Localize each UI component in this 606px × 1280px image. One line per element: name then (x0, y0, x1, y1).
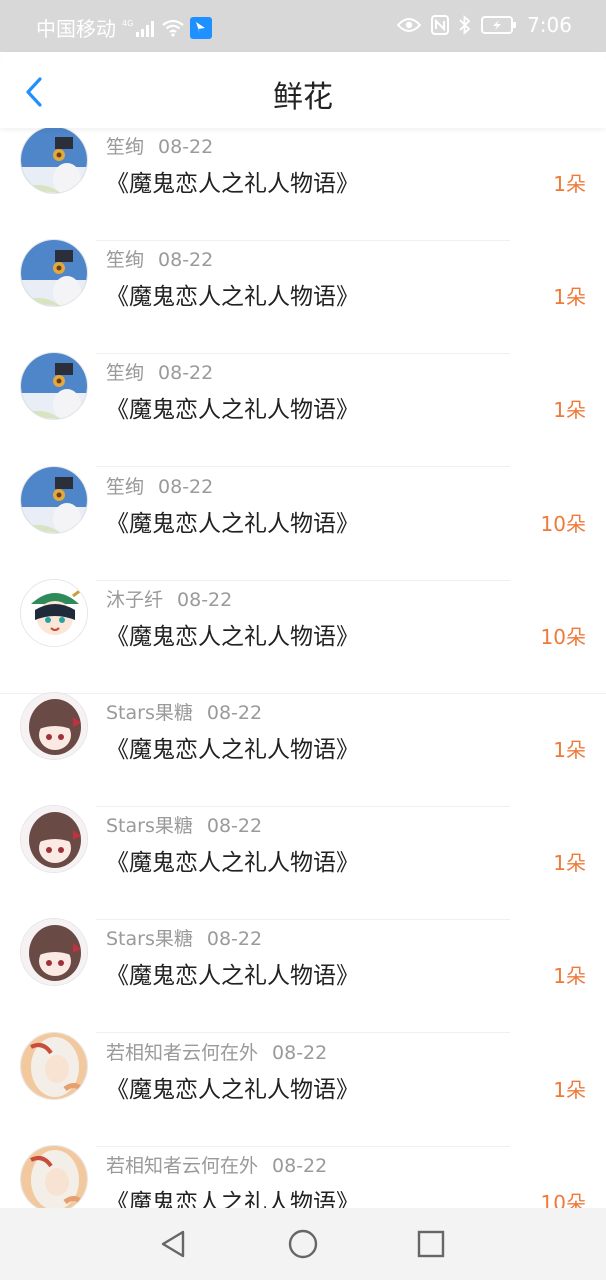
meta-line: Stars果糖 08-22 (106, 924, 262, 951)
status-right: 7:06 (397, 13, 572, 37)
flower-count: 10朵 (540, 624, 586, 649)
nav-recents-button[interactable] (409, 1222, 453, 1266)
book-title[interactable]: 《魔鬼恋人之礼人物语》 (106, 730, 359, 764)
bluetooth-icon (459, 15, 471, 35)
list-item[interactable]: 笙绚 08-22 《魔鬼恋人之礼人物语》 1朵 (0, 128, 606, 241)
meta-line: 笙绚 08-22 (106, 472, 213, 499)
user-name: 笙绚 (106, 475, 145, 498)
book-title[interactable]: 《魔鬼恋人之礼人物语》 (106, 277, 359, 311)
wifi-icon (162, 19, 184, 37)
user-name: Stars果糖 (106, 815, 193, 838)
avatar[interactable] (20, 692, 88, 760)
flower-count: 10朵 (540, 511, 586, 536)
book-title[interactable]: 《魔鬼恋人之礼人物语》 (106, 1070, 359, 1104)
nav-bar: 鲜花 (0, 52, 606, 128)
book-title[interactable]: 《魔鬼恋人之礼人物语》 (106, 390, 359, 424)
flower-count: 1朵 (553, 964, 586, 989)
app-notification-icon (190, 16, 212, 39)
meta-line: Stars果糖 08-22 (106, 698, 262, 725)
user-name: Stars果糖 (106, 928, 193, 951)
gift-date: 08-22 (206, 928, 263, 951)
list-item[interactable]: 若相知者云何在外 08-22 《魔鬼恋人之礼人物语》 1朵 (0, 1031, 606, 1147)
user-name: 若相知者云何在外 (106, 1041, 259, 1064)
status-bar: 中国移动 4G 7:06 (0, 0, 606, 52)
list-item[interactable]: Stars果糖 08-22 《魔鬼恋人之礼人物语》 1朵 (0, 692, 606, 807)
avatar[interactable] (20, 578, 88, 647)
avatar[interactable] (20, 1144, 88, 1208)
recents-square-icon (417, 1230, 445, 1258)
user-name: 笙绚 (106, 362, 145, 385)
nfc-icon (431, 15, 450, 35)
meta-line: 沐子纤 08-22 (106, 585, 232, 612)
flower-count: 1朵 (553, 285, 586, 310)
gift-date: 08-22 (158, 362, 214, 385)
user-name: 笙绚 (106, 136, 145, 158)
list-item[interactable]: 笙绚 08-22 《魔鬼恋人之礼人物语》 10朵 (0, 465, 606, 581)
flower-count: 1朵 (553, 1077, 586, 1102)
meta-line: 若相知者云何在外 08-22 (106, 1038, 327, 1065)
user-name: Stars果糖 (106, 702, 193, 724)
avatar[interactable] (20, 918, 88, 987)
clock: 7:06 (527, 13, 572, 37)
gift-date: 08-22 (272, 1041, 328, 1064)
flower-count: 1朵 (553, 738, 586, 762)
book-title[interactable]: 《魔鬼恋人之礼人物语》 (106, 617, 359, 651)
flower-count: 1朵 (553, 398, 586, 423)
book-title[interactable]: 《魔鬼恋人之礼人物语》 (106, 956, 359, 990)
meta-line: Stars果糖 08-22 (106, 811, 262, 838)
meta-line: 笙绚 08-22 (106, 132, 213, 159)
back-triangle-icon (161, 1230, 185, 1258)
gift-date: 08-22 (206, 702, 263, 724)
meta-line: 笙绚 08-22 (106, 358, 213, 385)
gift-date: 08-22 (206, 815, 263, 838)
system-nav-bar (0, 1208, 606, 1280)
book-title[interactable]: 《魔鬼恋人之礼人物语》 (106, 504, 359, 538)
flower-count: 1朵 (553, 851, 586, 876)
status-left: 中国移动 4G (36, 13, 212, 42)
home-circle-icon (288, 1229, 318, 1259)
list-item[interactable]: 笙绚 08-22 《魔鬼恋人之礼人物语》 1朵 (0, 352, 606, 468)
nav-back-button[interactable] (151, 1222, 195, 1266)
flower-count: 10朵 (540, 1190, 586, 1208)
meta-line: 若相知者云何在外 08-22 (106, 1151, 327, 1178)
user-name: 笙绚 (106, 249, 145, 272)
book-title[interactable]: 《魔鬼恋人之礼人物语》 (106, 1183, 359, 1208)
flower-list[interactable]: 笙绚 08-22 《魔鬼恋人之礼人物语》 1朵 笙绚 08-22 《魔鬼恋人之礼人物语》 1朵… (0, 128, 606, 1208)
list-item[interactable]: 笙绚 08-22 《魔鬼恋人之礼人物语》 1朵 (0, 239, 606, 355)
flower-count: 1朵 (553, 172, 586, 196)
list-item[interactable]: 若相知者云何在外 08-22 《魔鬼恋人之礼人物语》 10朵 (0, 1144, 606, 1208)
user-name: 若相知者云何在外 (106, 1154, 259, 1177)
avatar[interactable] (20, 239, 88, 308)
gift-date: 08-22 (158, 136, 214, 158)
gift-date: 08-22 (158, 475, 214, 498)
avatar[interactable] (20, 465, 88, 534)
eye-icon (397, 17, 422, 33)
avatar[interactable] (20, 352, 88, 421)
signal-icon: 4G (122, 18, 156, 38)
avatar[interactable] (20, 805, 88, 874)
list-item[interactable]: 沐子纤 08-22 《魔鬼恋人之礼人物语》 10朵 (0, 578, 606, 694)
battery-icon (481, 16, 517, 34)
list-item[interactable]: Stars果糖 08-22 《魔鬼恋人之礼人物语》 1朵 (0, 805, 606, 921)
page-title: 鲜花 (273, 80, 333, 115)
meta-line: 笙绚 08-22 (106, 245, 213, 272)
avatar[interactable] (20, 1031, 88, 1100)
nav-home-button[interactable] (281, 1222, 325, 1266)
carrier-name: 中国移动 (36, 17, 116, 41)
avatar[interactable] (20, 128, 88, 194)
book-title[interactable]: 《魔鬼恋人之礼人物语》 (106, 164, 359, 198)
gift-date: 08-22 (158, 249, 214, 272)
book-title[interactable]: 《魔鬼恋人之礼人物语》 (106, 843, 359, 877)
gift-date: 08-22 (177, 588, 233, 611)
list-item[interactable]: Stars果糖 08-22 《魔鬼恋人之礼人物语》 1朵 (0, 918, 606, 1034)
gift-date: 08-22 (272, 1154, 328, 1177)
user-name: 沐子纤 (106, 588, 164, 611)
net-type: 4G (122, 19, 133, 28)
